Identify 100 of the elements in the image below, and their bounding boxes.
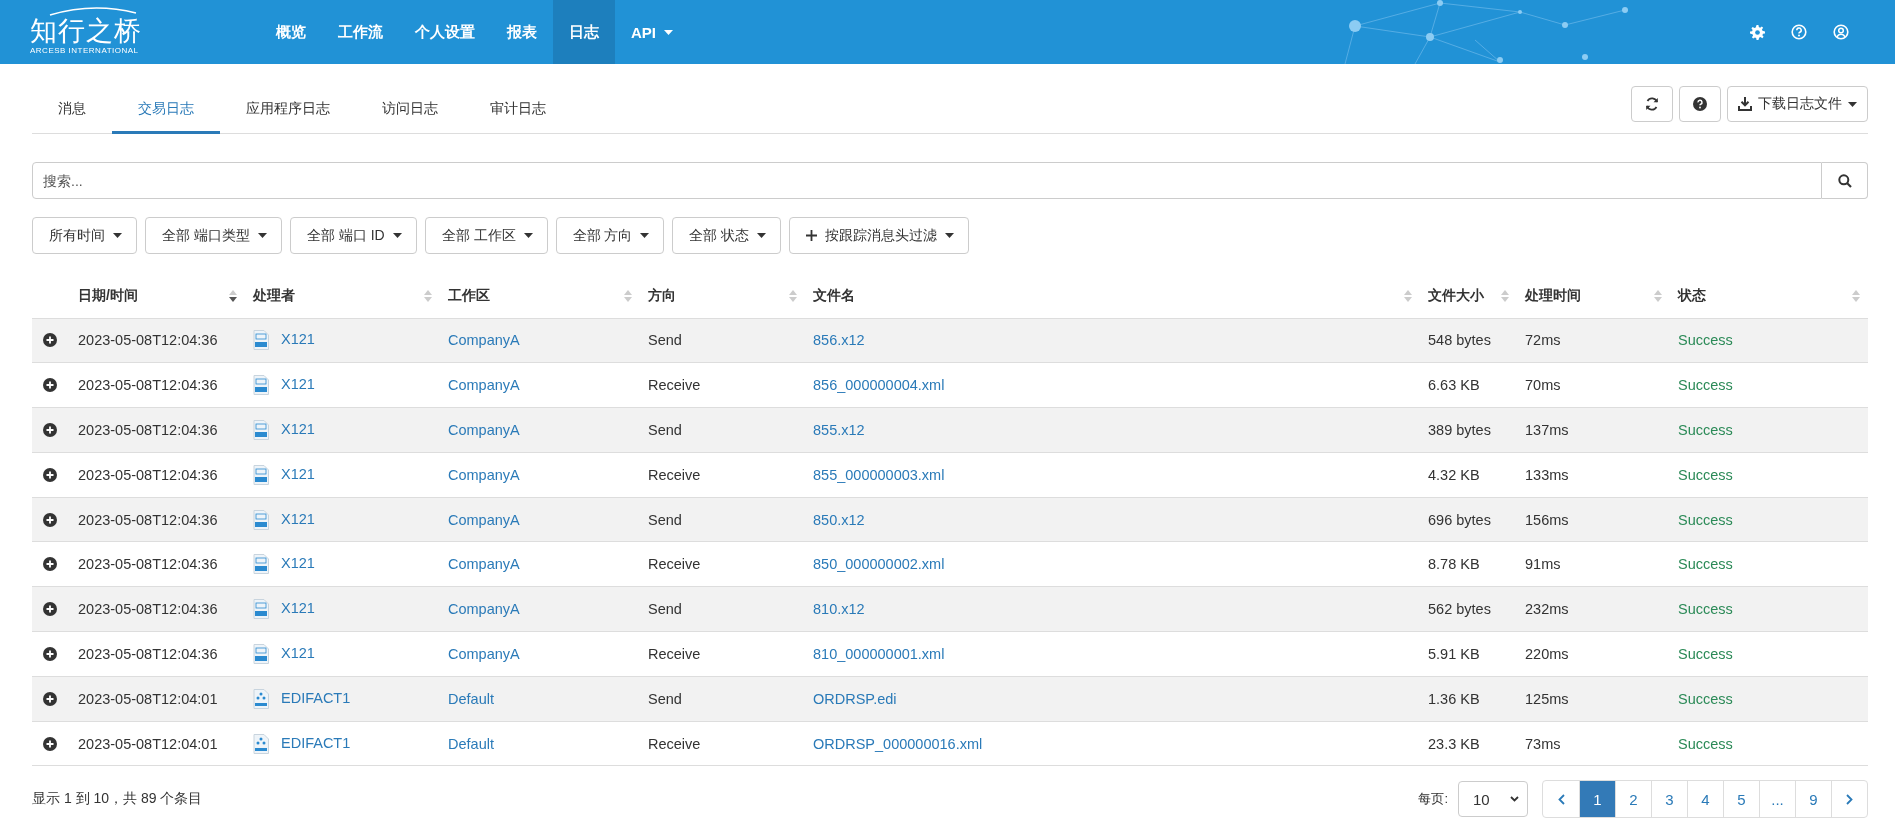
expand-icon[interactable] [43, 691, 57, 706]
tab[interactable]: 访问日志 [356, 86, 464, 134]
settings-icon[interactable] [1750, 24, 1765, 40]
workspace-link[interactable]: CompanyA [448, 601, 520, 618]
table-cell: Receive [648, 645, 701, 662]
workspace-link[interactable]: CompanyA [448, 556, 520, 573]
nav-item[interactable]: API [615, 0, 689, 64]
filename-link[interactable]: ORDRSP_000000016.xml [813, 735, 983, 752]
search-button[interactable] [1822, 162, 1868, 199]
status-text: Success [1678, 556, 1733, 573]
handler-link[interactable]: X121 [281, 376, 315, 392]
handler-link[interactable]: X121 [281, 420, 315, 437]
handler-link[interactable]: X121 [281, 465, 315, 482]
handler-link[interactable]: X121 [281, 555, 315, 572]
filename-link[interactable]: ORDRSP.edi [813, 690, 897, 707]
filter-dropdown[interactable]: 全部 状态 [672, 217, 782, 254]
refresh-icon [1645, 97, 1659, 111]
table-cell: 220ms [1525, 645, 1569, 662]
workspace-link[interactable]: Default [448, 690, 494, 707]
filename-link[interactable]: 850_000000002.xml [813, 556, 945, 573]
help-button[interactable] [1679, 86, 1721, 122]
table-cell: 2023-05-08T12:04:36 [78, 466, 218, 483]
column-header[interactable]: 文件名 [813, 286, 855, 303]
workspace-link[interactable]: CompanyA [448, 422, 520, 438]
expand-icon[interactable] [43, 646, 57, 661]
help-icon[interactable] [1791, 24, 1807, 40]
nav-item[interactable]: 概览 [260, 0, 322, 64]
file-icon [253, 688, 269, 709]
nav-item[interactable]: 工作流 [322, 0, 399, 64]
table-cell: 562 bytes [1428, 601, 1491, 618]
status-text: Success [1678, 735, 1733, 752]
expand-icon[interactable] [43, 602, 57, 617]
handler-link[interactable]: EDIFACT1 [281, 734, 351, 751]
workspace-link[interactable]: CompanyA [448, 332, 520, 349]
filter-dropdown[interactable]: 所有时间 [32, 217, 137, 254]
column-header[interactable]: 文件大小 [1428, 286, 1484, 303]
file-icon [253, 599, 269, 620]
tab[interactable]: 应用程序日志 [220, 86, 356, 134]
column-header[interactable]: 工作区 [448, 286, 490, 303]
status-text: Success [1678, 601, 1733, 618]
expand-icon[interactable] [43, 557, 57, 572]
table-cell: 2023-05-08T12:04:36 [78, 556, 218, 573]
search-field[interactable]: 搜索... [32, 162, 1822, 199]
filename-link[interactable]: 855_000000003.xml [813, 466, 945, 483]
logo-subtitle: ARCESB INTERNATIONAL [30, 45, 140, 55]
filename-link[interactable]: 856.x12 [813, 332, 865, 349]
workspace-link[interactable]: CompanyA [448, 511, 520, 528]
tab[interactable]: 消息 [32, 86, 112, 134]
table-cell: 72ms [1525, 332, 1561, 349]
column-header[interactable]: 处理时间 [1525, 286, 1581, 303]
caret-icon [1848, 101, 1857, 107]
expand-icon[interactable] [43, 736, 57, 751]
nav-item[interactable]: 个人设置 [399, 0, 491, 64]
workspace-link[interactable]: CompanyA [448, 377, 520, 394]
filter-dropdown[interactable]: 全部 方向 [555, 217, 665, 254]
table-cell: 2023-05-08T12:04:36 [78, 601, 218, 618]
table-cell: Send [648, 422, 682, 438]
status-text: Success [1678, 511, 1733, 528]
status-text: Success [1678, 645, 1733, 662]
filter-dropdown[interactable]: 全部 端口 ID [289, 217, 417, 254]
expand-icon[interactable] [43, 512, 57, 527]
filter-dropdown[interactable]: 全部 端口类型 [145, 217, 282, 254]
file-icon [253, 420, 269, 440]
nav-item[interactable]: 日志 [553, 0, 615, 64]
filename-link[interactable]: 855.x12 [813, 422, 865, 438]
column-header[interactable]: 方向 [648, 286, 676, 303]
table-cell: Receive [648, 377, 701, 394]
download-button[interactable]: 下载日志文件 [1727, 86, 1868, 122]
handler-link[interactable]: X121 [281, 600, 315, 616]
handler-link[interactable]: EDIFACT1 [281, 689, 351, 706]
per-page-select[interactable]: 10 [1458, 781, 1528, 818]
tab[interactable]: 交易日志 [112, 86, 220, 134]
tab[interactable]: 审计日志 [464, 86, 572, 134]
filename-link[interactable]: 856_000000004.xml [813, 377, 945, 394]
page-button[interactable]: 1 [1579, 781, 1615, 818]
table-cell: 6.63 KB [1428, 377, 1480, 394]
table-cell: 2023-05-08T12:04:36 [78, 332, 218, 349]
workspace-link[interactable]: Default [448, 735, 494, 752]
handler-link[interactable]: X121 [281, 331, 315, 348]
filter-dropdown[interactable]: 按跟踪消息头过滤 [789, 217, 970, 254]
workspace-link[interactable]: CompanyA [448, 466, 520, 483]
filename-link[interactable]: 810_000000001.xml [813, 645, 945, 662]
column-header[interactable]: 处理者 [253, 286, 295, 303]
user-icon[interactable] [1833, 24, 1849, 40]
nav-item[interactable]: 报表 [491, 0, 553, 64]
filter-dropdown[interactable]: 全部 工作区 [424, 217, 548, 254]
expand-icon[interactable] [43, 423, 57, 437]
expand-icon[interactable] [43, 467, 57, 482]
column-header[interactable]: 日期/时间 [78, 286, 138, 303]
file-icon [253, 509, 269, 530]
refresh-button[interactable] [1631, 86, 1673, 122]
expand-icon[interactable] [43, 378, 57, 393]
filename-link[interactable]: 810.x12 [813, 601, 865, 618]
workspace-link[interactable]: CompanyA [448, 645, 520, 662]
column-header[interactable]: 状态 [1678, 286, 1706, 303]
handler-link[interactable]: X121 [281, 644, 315, 661]
filename-link[interactable]: 850.x12 [813, 511, 865, 528]
table-cell: Send [648, 690, 682, 707]
handler-link[interactable]: X121 [281, 510, 315, 527]
expand-icon[interactable] [43, 333, 57, 348]
